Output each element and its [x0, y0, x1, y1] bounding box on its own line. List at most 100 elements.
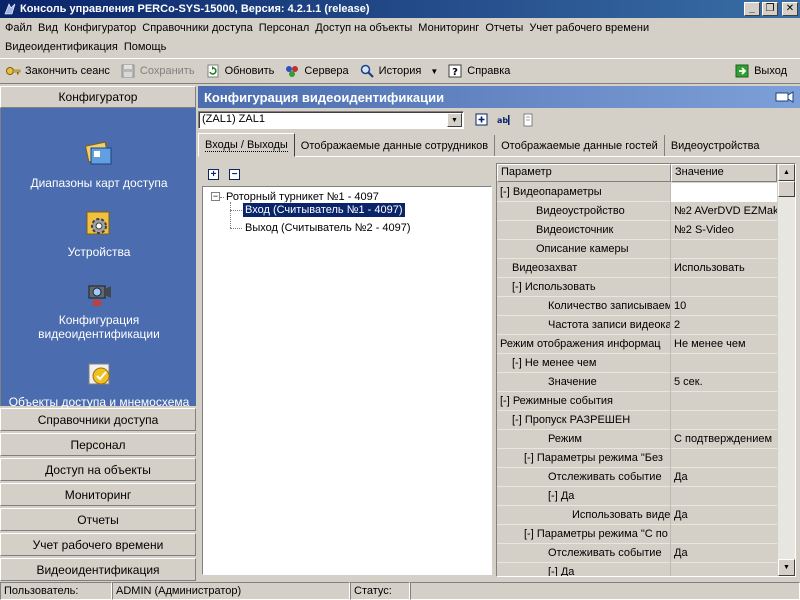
grid-value-cell[interactable]: С подтверждением: [671, 430, 777, 449]
menu-monitoring[interactable]: Мониторинг: [415, 22, 482, 34]
history-dropdown-button[interactable]: ▼: [426, 60, 442, 82]
grid-value-cell[interactable]: [671, 278, 777, 297]
grid-row[interactable]: Частота записи видеокадр 2: [497, 316, 777, 335]
grid-value-cell[interactable]: №2 AVerDVD EZMak: [671, 202, 777, 221]
menu-object-access[interactable]: Доступ на объекты: [312, 22, 415, 34]
access-objects-icon[interactable]: [83, 358, 115, 390]
maximize-button[interactable]: ❐: [762, 2, 778, 16]
grid-value-cell[interactable]: [671, 525, 777, 544]
grid-value-cell[interactable]: Использовать: [671, 259, 777, 278]
nav-link-video-config[interactable]: Конфигурация видеоидентификации: [1, 313, 197, 341]
tree-node-turnstile[interactable]: Роторный турникет №1 - 4097: [226, 190, 379, 204]
close-button[interactable]: ✕: [782, 2, 798, 16]
grid-value-cell[interactable]: Да: [671, 468, 777, 487]
grid-value-cell[interactable]: 2: [671, 316, 777, 335]
grid-header-value[interactable]: Значение: [671, 164, 777, 182]
servers-button[interactable]: Сервера: [279, 60, 353, 82]
menu-help[interactable]: Помощь: [121, 41, 170, 53]
scroll-up-button[interactable]: ▲: [778, 164, 795, 181]
grid-value-cell[interactable]: [671, 487, 777, 506]
grid-value-cell[interactable]: [671, 240, 777, 259]
menu-time-tracking[interactable]: Учет рабочего времени: [526, 22, 652, 34]
nav-section-monitoring[interactable]: Мониторинг: [0, 483, 196, 506]
expand-all-button[interactable]: +: [208, 168, 219, 180]
menu-reports[interactable]: Отчеты: [482, 22, 526, 34]
delete-item-button[interactable]: [520, 112, 536, 128]
grid-scrollbar[interactable]: ▲ ▼: [778, 164, 795, 576]
menu-file[interactable]: Файл: [2, 22, 35, 34]
save-button[interactable]: Сохранить: [115, 60, 200, 82]
tree-node-exit[interactable]: Выход (Считыватель №2 - 4097): [245, 221, 411, 235]
grid-row[interactable]: Отслеживать событие Да: [497, 468, 777, 487]
nav-link-access-objects[interactable]: Объекты доступа и мнемосхема: [1, 395, 197, 409]
grid-row[interactable]: Отслеживать событие Да: [497, 544, 777, 563]
grid-row[interactable]: [-] Да: [497, 563, 777, 576]
grid-row[interactable]: [-] Да: [497, 487, 777, 506]
grid-value-cell[interactable]: Да: [671, 506, 777, 525]
nav-section-access-directories[interactable]: Справочники доступа: [0, 408, 196, 431]
add-item-button[interactable]: [474, 112, 490, 128]
grid-row[interactable]: Описание камеры: [497, 240, 777, 259]
grid-row[interactable]: Значение 5 сек.: [497, 373, 777, 392]
grid-row[interactable]: [-] Параметры режима "Без: [497, 449, 777, 468]
grid-row[interactable]: [-] Параметры режима "С по: [497, 525, 777, 544]
rename-button[interactable]: ab: [496, 112, 512, 128]
grid-row[interactable]: Видеозахват Использовать: [497, 259, 777, 278]
grid-value-cell[interactable]: 5 сек.: [671, 373, 777, 392]
nav-header-configurator[interactable]: Конфигуратор: [0, 86, 196, 108]
tab-video-devices[interactable]: Видеоустройства: [665, 135, 766, 156]
tab-guest-data[interactable]: Отображаемые данные гостей: [495, 135, 665, 156]
video-camera-icon[interactable]: [83, 278, 115, 310]
chevron-down-icon[interactable]: ▼: [447, 113, 462, 127]
tree-node-entry[interactable]: Вход (Считыватель №1 - 4097): [242, 202, 406, 218]
grid-value-cell[interactable]: [671, 392, 777, 411]
grid-row[interactable]: [-] Видеопараметры: [497, 183, 777, 202]
card-ranges-icon[interactable]: [83, 138, 115, 170]
grid-row[interactable]: Видеоисточник №2 S-Video: [497, 221, 777, 240]
grid-row[interactable]: Режим отображения информац Не менее чем: [497, 335, 777, 354]
tree-collapse-toggle[interactable]: −: [211, 192, 220, 201]
tab-employee-data[interactable]: Отображаемые данные сотрудников: [295, 135, 496, 156]
grid-value-cell[interactable]: 10: [671, 297, 777, 316]
grid-value-cell[interactable]: Не менее чем: [671, 335, 777, 354]
menu-configurator[interactable]: Конфигуратор: [61, 22, 139, 34]
nav-section-object-access[interactable]: Доступ на объекты: [0, 458, 196, 481]
history-button[interactable]: История: [354, 60, 427, 82]
grid-header-param[interactable]: Параметр: [497, 164, 671, 182]
grid-row[interactable]: [-] Использовать: [497, 278, 777, 297]
grid-row[interactable]: Использовать виде Да: [497, 506, 777, 525]
collapse-all-button[interactable]: −: [229, 168, 240, 180]
menu-access-directories[interactable]: Справочники доступа: [139, 22, 255, 34]
grid-row[interactable]: [-] Пропуск РАЗРЕШЕН: [497, 411, 777, 430]
nav-link-card-ranges[interactable]: Диапазоны карт доступа: [1, 176, 197, 190]
nav-section-reports[interactable]: Отчеты: [0, 508, 196, 531]
grid-row[interactable]: [-] Режимные события: [497, 392, 777, 411]
grid-value-cell[interactable]: [671, 411, 777, 430]
nav-section-personnel[interactable]: Персонал: [0, 433, 196, 456]
minimize-button[interactable]: _: [744, 2, 760, 16]
scroll-thumb[interactable]: [778, 181, 795, 197]
exit-button[interactable]: Выход: [729, 60, 792, 82]
scroll-down-button[interactable]: ▼: [778, 559, 795, 576]
refresh-button[interactable]: Обновить: [200, 60, 280, 82]
help-button[interactable]: ? Справка: [442, 60, 515, 82]
tab-inputs-outputs[interactable]: Входы / Выходы: [198, 133, 295, 157]
nav-link-devices[interactable]: Устройства: [1, 245, 197, 259]
nav-section-video-identification[interactable]: Видеоидентификация: [0, 558, 196, 581]
grid-row[interactable]: Видеоустройство №2 AVerDVD EZMak: [497, 202, 777, 221]
grid-value-cell[interactable]: [671, 354, 777, 373]
menu-view[interactable]: Вид: [35, 22, 61, 34]
menu-video-identification[interactable]: Видеоидентификация: [2, 41, 121, 53]
grid-value-cell[interactable]: [671, 449, 777, 468]
grid-value-cell[interactable]: Да: [671, 544, 777, 563]
grid-row[interactable]: [-] Не менее чем: [497, 354, 777, 373]
end-session-button[interactable]: Закончить сеанс: [0, 60, 115, 82]
devices-gear-icon[interactable]: [83, 208, 115, 240]
grid-row[interactable]: Количество записываемы 10: [497, 297, 777, 316]
nav-section-time-tracking[interactable]: Учет рабочего времени: [0, 533, 196, 556]
grid-value-cell[interactable]: №2 S-Video: [671, 221, 777, 240]
zone-select[interactable]: (ZAL1) ZAL1 ▼: [198, 111, 464, 129]
grid-value-cell[interactable]: [671, 183, 777, 202]
menu-personnel[interactable]: Персонал: [256, 22, 313, 34]
grid-row[interactable]: Режим С подтверждением: [497, 430, 777, 449]
